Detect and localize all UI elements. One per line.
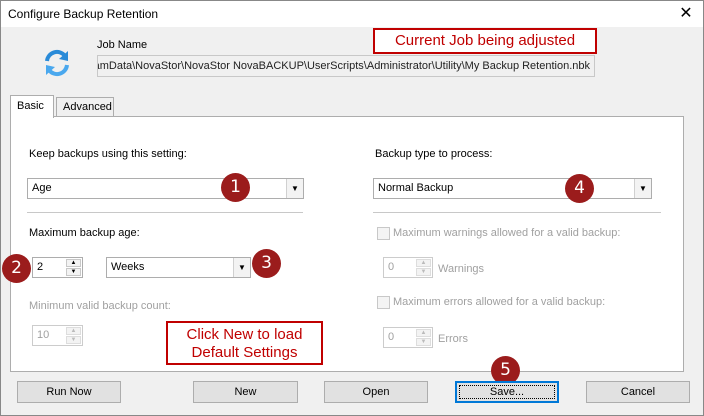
backup-type-value: Normal Backup — [378, 182, 454, 194]
current-job-callout: Current Job being adjusted — [373, 28, 597, 54]
job-path-text: C:\ProgramData\NovaStor\NovaStor NovaBAC… — [97, 60, 590, 72]
keep-setting-dropdown[interactable]: Age ▼ — [27, 178, 304, 199]
close-icon: ✕ — [679, 5, 693, 22]
warnings-value: 0 — [388, 261, 395, 273]
spin-down-icon[interactable]: ▼ — [416, 268, 431, 276]
max-age-value: 2 — [37, 261, 44, 273]
divider-left — [27, 212, 303, 213]
spin-down-icon[interactable]: ▼ — [66, 268, 81, 276]
run-now-button[interactable]: Run Now — [17, 381, 121, 403]
max-age-label: Maximum backup age: — [29, 227, 140, 239]
spin-down-icon[interactable]: ▼ — [66, 336, 81, 344]
chevron-down-icon: ▼ — [233, 258, 250, 277]
errors-unit: Errors — [438, 333, 468, 345]
refresh-arrows-icon — [45, 49, 69, 77]
min-count-spinner[interactable]: 10 ▲ ▼ — [32, 325, 83, 346]
backup-type-label: Backup type to process: — [375, 148, 493, 160]
spin-up-icon[interactable]: ▲ — [416, 329, 431, 337]
min-count-value: 10 — [37, 329, 50, 341]
window-title: Configure Backup Retention — [8, 7, 159, 21]
chevron-down-icon: ▼ — [286, 179, 303, 198]
save-button[interactable]: Save... — [455, 381, 559, 403]
spin-up-icon[interactable]: ▲ — [66, 259, 81, 267]
max-age-unit-value: Weeks — [111, 261, 145, 273]
chevron-down-icon: ▼ — [634, 179, 651, 198]
tab-advanced[interactable]: Advanced — [56, 97, 114, 117]
max-warnings-checkbox[interactable] — [377, 227, 390, 240]
close-button[interactable]: ✕ — [669, 1, 703, 27]
max-errors-label: Maximum errors allowed for a valid backu… — [393, 296, 606, 308]
callout-badge-1: 1 — [221, 173, 250, 202]
callout-badge-3: 3 — [252, 249, 281, 278]
focus-indicator — [459, 385, 555, 399]
keep-setting-label: Keep backups using this setting: — [29, 148, 187, 160]
max-age-unit-dropdown[interactable]: Weeks ▼ — [106, 257, 251, 278]
open-button[interactable]: Open — [324, 381, 428, 403]
max-errors-checkbox[interactable] — [377, 296, 390, 309]
job-name-label: Job Name — [97, 39, 148, 51]
warnings-spinner[interactable]: 0 ▲ ▼ — [383, 257, 433, 278]
new-button-callout: Click New to load Default Settings — [166, 321, 323, 365]
tab-basic[interactable]: Basic — [10, 95, 54, 118]
warnings-unit: Warnings — [438, 263, 485, 275]
errors-spinner[interactable]: 0 ▲ ▼ — [383, 327, 433, 348]
configure-backup-retention-dialog: Configure Backup Retention ✕ Job Name C:… — [0, 0, 704, 416]
title-bar: Configure Backup Retention ✕ — [1, 1, 703, 27]
max-warnings-label: Maximum warnings allowed for a valid bac… — [393, 227, 621, 239]
keep-setting-value: Age — [32, 182, 52, 194]
backup-type-dropdown[interactable]: Normal Backup ▼ — [373, 178, 652, 199]
errors-value: 0 — [388, 331, 395, 343]
callout-badge-2: 2 — [2, 254, 31, 283]
cancel-button[interactable]: Cancel — [586, 381, 690, 403]
callout-badge-4: 4 — [565, 174, 594, 203]
max-age-spinner[interactable]: 2 ▲ ▼ — [32, 257, 83, 278]
min-count-label: Minimum valid backup count: — [29, 300, 171, 312]
spin-up-icon[interactable]: ▲ — [416, 259, 431, 267]
divider-right — [373, 212, 661, 213]
job-path-field: C:\ProgramData\NovaStor\NovaStor NovaBAC… — [97, 55, 595, 77]
basic-tab-panel: Keep backups using this setting: Age ▼ B… — [10, 116, 684, 372]
spin-down-icon[interactable]: ▼ — [416, 338, 431, 346]
new-button[interactable]: New — [193, 381, 298, 403]
spin-up-icon[interactable]: ▲ — [66, 327, 81, 335]
